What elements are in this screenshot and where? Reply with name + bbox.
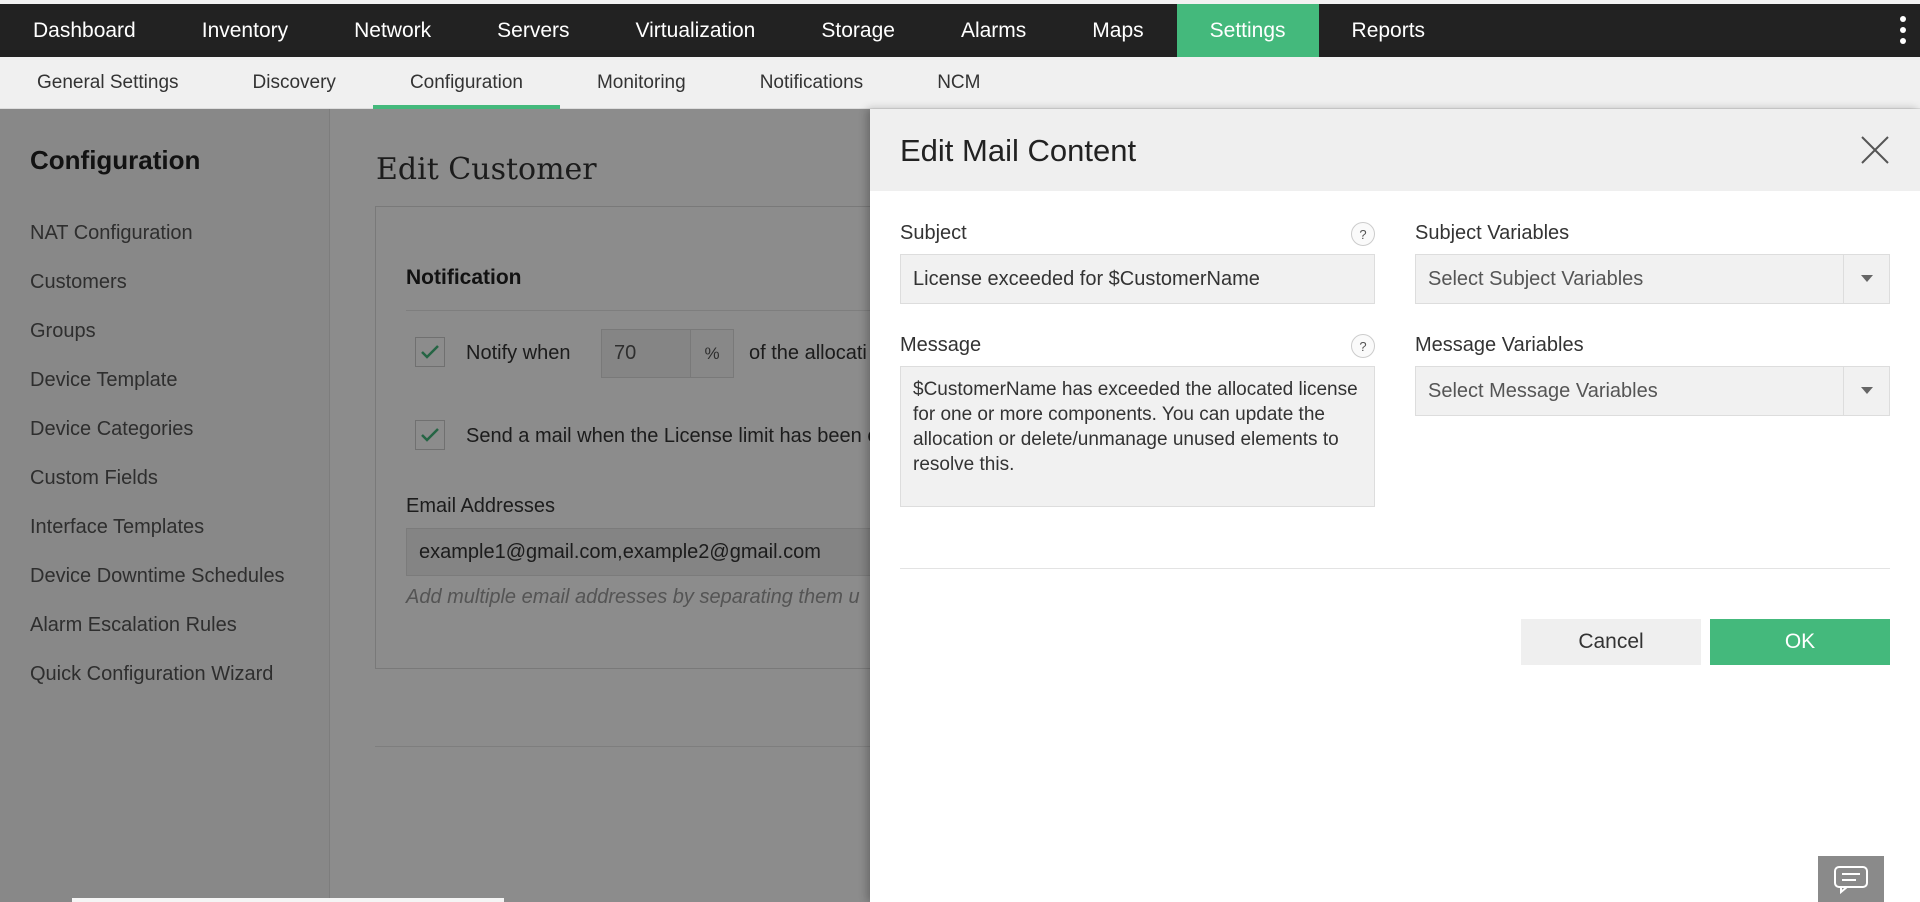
chevron-down-icon[interactable] bbox=[1843, 255, 1889, 303]
tab-network[interactable]: Network bbox=[321, 4, 464, 57]
subtab-discovery[interactable]: Discovery bbox=[216, 57, 373, 109]
horizontal-scrollbar[interactable] bbox=[72, 898, 504, 902]
subject-variables-placeholder: Select Subject Variables bbox=[1428, 267, 1644, 290]
edit-mail-dialog: Edit Mail Content Subject ? License exce… bbox=[870, 109, 1920, 902]
message-variables-placeholder: Select Message Variables bbox=[1428, 379, 1658, 402]
tab-alarms[interactable]: Alarms bbox=[928, 4, 1059, 57]
message-help-icon[interactable]: ? bbox=[1351, 334, 1375, 358]
tab-settings[interactable]: Settings bbox=[1176, 4, 1319, 57]
subtab-ncm[interactable]: NCM bbox=[900, 57, 1017, 109]
subtab-general-settings[interactable]: General Settings bbox=[0, 57, 216, 109]
tab-inventory[interactable]: Inventory bbox=[169, 4, 321, 57]
sub-nav: General Settings Discovery Configuration… bbox=[0, 57, 1920, 109]
message-label: Message bbox=[900, 334, 982, 356]
dialog-title: Edit Mail Content bbox=[900, 133, 1137, 168]
subject-input[interactable]: License exceeded for $CustomerName bbox=[900, 254, 1375, 304]
ok-button[interactable]: OK bbox=[1710, 619, 1890, 665]
tab-reports[interactable]: Reports bbox=[1319, 4, 1459, 57]
chevron-down-icon[interactable] bbox=[1843, 367, 1889, 415]
subtab-notifications[interactable]: Notifications bbox=[723, 57, 901, 109]
subtab-monitoring[interactable]: Monitoring bbox=[560, 57, 723, 109]
subject-variables-label: Subject Variables bbox=[1415, 222, 1570, 244]
message-textarea[interactable]: $CustomerName has exceeded the allocated… bbox=[900, 366, 1375, 507]
modal-overlay[interactable] bbox=[0, 109, 870, 902]
top-nav: Dashboard Inventory Network Servers Virt… bbox=[0, 0, 1920, 57]
close-icon[interactable] bbox=[1858, 133, 1892, 167]
subject-help-icon[interactable]: ? bbox=[1351, 222, 1375, 246]
subject-label: Subject bbox=[900, 222, 967, 244]
dialog-divider bbox=[900, 568, 1890, 569]
cancel-button[interactable]: Cancel bbox=[1521, 619, 1701, 665]
tab-dashboard[interactable]: Dashboard bbox=[0, 4, 169, 57]
tab-maps[interactable]: Maps bbox=[1059, 4, 1176, 57]
tab-virtualization[interactable]: Virtualization bbox=[603, 4, 789, 57]
vertical-ellipsis-icon[interactable] bbox=[1896, 12, 1910, 48]
message-variables-label: Message Variables bbox=[1415, 334, 1584, 356]
message-variables-select[interactable]: Select Message Variables bbox=[1415, 366, 1890, 416]
tab-storage[interactable]: Storage bbox=[788, 4, 928, 57]
chat-icon[interactable] bbox=[1818, 856, 1884, 902]
subject-variables-select[interactable]: Select Subject Variables bbox=[1415, 254, 1890, 304]
subtab-configuration[interactable]: Configuration bbox=[372, 57, 560, 109]
tab-servers[interactable]: Servers bbox=[464, 4, 602, 57]
